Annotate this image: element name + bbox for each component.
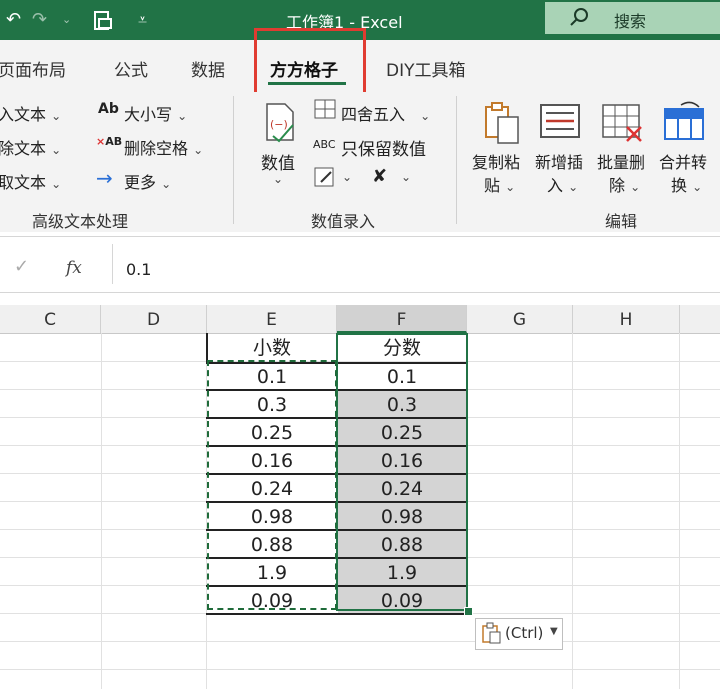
copy-paste-button[interactable]: 复制粘 — [472, 149, 520, 173]
more-button[interactable]: 更多 ⌄ — [124, 169, 171, 193]
merge-convert-button-line2[interactable]: 换 ⌄ — [671, 172, 702, 196]
group-separator — [233, 96, 234, 224]
redo-dropdown-icon[interactable]: ⌄ — [62, 0, 71, 40]
tools-icon[interactable]: ✘ — [372, 166, 387, 187]
tab-page-layout[interactable]: 页面布局 — [0, 56, 66, 81]
keep-values-icon: ABC — [313, 138, 336, 151]
round-button[interactable]: 四舍五入 ⌄ — [341, 101, 430, 125]
insert-text-button[interactable]: 入文本 ⌄ — [0, 101, 61, 125]
paste-dropdown-icon: ▼ — [550, 626, 558, 637]
case-icon: Ab — [98, 101, 119, 117]
search-label: 搜索 — [614, 12, 647, 31]
header-cell-decimal[interactable]: 小数 — [207, 334, 337, 362]
enter-check-icon[interactable]: ✓ — [14, 256, 29, 277]
number-button[interactable]: 数值 — [261, 149, 295, 174]
print-preview-icon[interactable] — [92, 10, 114, 32]
grid-line — [0, 669, 720, 670]
search-icon — [570, 8, 588, 26]
edit-grid-dropdown-icon[interactable]: ⌄ — [342, 170, 352, 184]
formula-input[interactable] — [112, 244, 719, 284]
svg-text:(−): (−) — [270, 118, 288, 131]
grid-line — [679, 333, 680, 689]
tab-data[interactable]: 数据 — [191, 56, 225, 81]
number-dropdown-icon[interactable]: ⌄ — [273, 172, 283, 186]
customize-toolbar-icon[interactable]: ⩡ — [138, 0, 147, 40]
grid-line — [101, 333, 102, 689]
tab-diy-toolbox[interactable]: DIY工具箱 — [386, 56, 466, 81]
remove-spaces-button[interactable]: 删除空格 ⌄ — [124, 135, 203, 159]
insert-rows-icon — [540, 104, 580, 138]
clipboard-icon — [482, 622, 501, 644]
grid-line — [572, 333, 573, 689]
number-icon: (−) — [266, 103, 294, 143]
column-header-c[interactable]: C — [0, 305, 101, 333]
edit-grid-icon[interactable] — [313, 166, 337, 188]
merge-convert-button[interactable]: 合并转 — [659, 149, 707, 173]
formula-value: 0.1 — [126, 260, 152, 279]
tab-formulas[interactable]: 公式 — [114, 56, 148, 81]
selection-outline — [336, 333, 468, 611]
arrow-right-icon: → — [96, 166, 113, 190]
batch-delete-button[interactable]: 批量删 — [597, 149, 645, 173]
group-label-edit: 编辑 — [605, 212, 638, 231]
group-separator — [456, 96, 457, 224]
fill-handle[interactable] — [464, 607, 473, 616]
grid-line — [0, 641, 720, 642]
group-label-value: 数值录入 — [311, 212, 376, 231]
column-header-d[interactable]: D — [101, 305, 207, 333]
copy-paste-button-line2[interactable]: 贴 ⌄ — [484, 172, 515, 196]
remove-spaces-icon: ×AB — [96, 135, 123, 148]
case-button[interactable]: 大小写 ⌄ — [124, 101, 187, 125]
group-label-text: 高级文本处理 — [32, 212, 129, 231]
merge-convert-icon — [664, 101, 704, 140]
column-header-e[interactable]: E — [207, 305, 337, 333]
table-border — [206, 333, 208, 363]
batch-delete-icon — [602, 104, 642, 142]
extract-text-button[interactable]: 取文本 ⌄ — [0, 169, 61, 193]
highlight-box — [254, 28, 366, 98]
insert-function-icon[interactable]: fx — [66, 258, 82, 278]
round-icon — [314, 99, 336, 119]
column-header-f[interactable]: F — [337, 305, 467, 333]
table-border — [206, 613, 468, 615]
copy-paste-icon — [485, 102, 519, 144]
batch-delete-button-line2[interactable]: 除 ⌄ — [609, 172, 640, 196]
insert-rows-button[interactable]: 新增插 — [535, 149, 583, 173]
undo-icon[interactable]: ↶ — [6, 0, 21, 40]
column-header-g[interactable]: G — [467, 305, 573, 333]
tools-dropdown-icon[interactable]: ⌄ — [401, 170, 411, 184]
redo-icon[interactable]: ↷ — [32, 0, 47, 40]
delete-text-button[interactable]: 除文本 ⌄ — [0, 135, 61, 159]
paste-options-label: (Ctrl) — [505, 624, 544, 642]
keep-values-button[interactable]: 只保留数值 — [341, 135, 426, 160]
column-header-h[interactable]: H — [573, 305, 680, 333]
insert-rows-button-line2[interactable]: 入 ⌄ — [547, 172, 578, 196]
copy-marquee — [207, 360, 337, 610]
